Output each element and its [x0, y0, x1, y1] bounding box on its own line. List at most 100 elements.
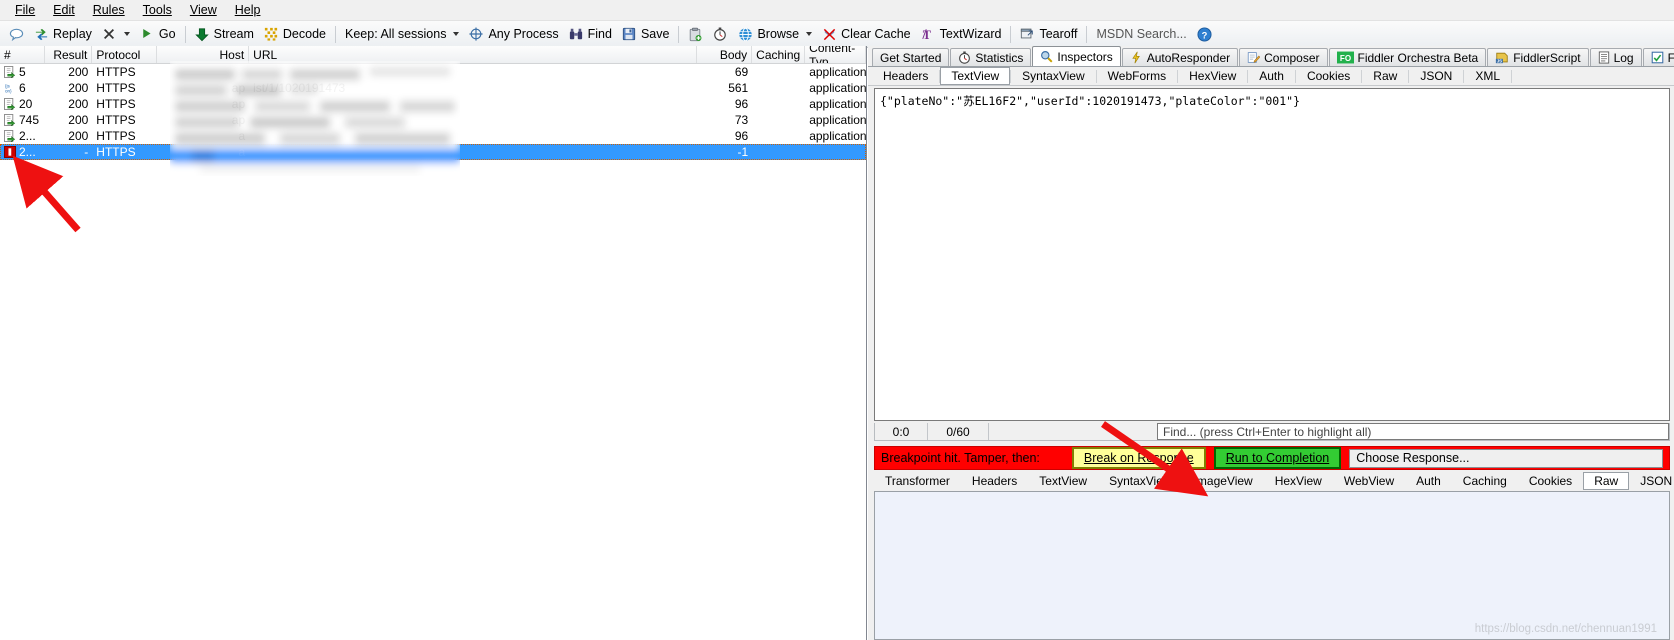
clear-cache-button[interactable]: Clear Cache: [817, 26, 915, 43]
column-header-contenttype[interactable]: Content-Typ: [805, 46, 866, 63]
response-tab-json[interactable]: JSON: [1629, 472, 1674, 490]
browse-button[interactable]: Browse: [733, 26, 817, 43]
tab-get-started-label: Get Started: [880, 50, 942, 65]
menu-item-tools[interactable]: Tools: [134, 1, 181, 19]
response-tab-cookies[interactable]: Cookies: [1518, 472, 1583, 490]
subtab-textview[interactable]: TextView: [940, 67, 1011, 85]
tab-fiddlerscript-label: FiddlerScript: [1513, 50, 1581, 65]
replay-button[interactable]: Replay: [29, 26, 97, 43]
replay-icon: [34, 27, 49, 42]
tab-composer-label: Composer: [1264, 50, 1320, 65]
response-tab-hexview[interactable]: HexView: [1264, 472, 1333, 490]
subtab-webforms[interactable]: WebForms: [1097, 67, 1177, 85]
choose-response-dropdown[interactable]: Choose Response...: [1349, 448, 1663, 468]
toolbar-separator-2: [335, 25, 336, 43]
tearoff-button[interactable]: Tearoff: [1015, 26, 1082, 43]
tab-fiddler-orchestra[interactable]: FO Fiddler Orchestra Beta: [1328, 48, 1487, 66]
menu-item-help[interactable]: Help: [226, 1, 270, 19]
session-list-pane[interactable]: # Result Protocol Host URL Body Caching …: [0, 46, 867, 640]
tab-statistics-label: Statistics: [975, 50, 1024, 65]
find-button[interactable]: Find: [564, 26, 617, 43]
response-tab-syntaxview[interactable]: SyntaxView: [1098, 472, 1182, 490]
response-tab-textview[interactable]: TextView: [1028, 472, 1098, 490]
tab-get-started[interactable]: Get Started: [872, 48, 950, 66]
column-header-host[interactable]: Host: [157, 46, 250, 63]
menu-item-file[interactable]: File: [6, 1, 44, 19]
column-header-url[interactable]: URL: [249, 46, 698, 63]
main-toolbar: Replay Go Stream Decode Keep: All sessio…: [0, 21, 1674, 48]
session-protocol: HTTPS: [96, 113, 136, 127]
response-tab-caching[interactable]: Caching: [1452, 472, 1518, 490]
column-header-body[interactable]: Body: [697, 46, 753, 63]
tab-composer[interactable]: Composer: [1239, 48, 1328, 66]
browse-dropdown-caret-icon[interactable]: [806, 32, 813, 36]
column-header-protocol[interactable]: Protocol: [92, 46, 158, 63]
save-icon: [622, 27, 637, 42]
response-tab-webview[interactable]: WebView: [1333, 472, 1405, 490]
response-tab-raw[interactable]: Raw: [1583, 472, 1630, 490]
remove-dropdown-caret-icon[interactable]: [123, 32, 130, 36]
subtab-hexview[interactable]: HexView: [1178, 67, 1247, 85]
clear-cache-label: Clear Cache: [841, 27, 911, 41]
response-tab-headers[interactable]: Headers: [961, 472, 1028, 490]
response-tab-auth[interactable]: Auth: [1405, 472, 1452, 490]
run-to-completion-button[interactable]: Run to Completion: [1213, 447, 1342, 469]
table-row[interactable]: 2... 200 HTTPS a 96 application/j: [0, 128, 866, 144]
table-row-selected[interactable]: 2... - HTTPS a -1: [0, 144, 866, 160]
session-protocol: HTTPS: [96, 129, 136, 143]
globe-icon: [738, 27, 753, 42]
column-header-result[interactable]: Result: [45, 46, 93, 63]
keep-sessions-dropdown[interactable]: Keep: All sessions: [340, 26, 464, 42]
menu-item-rules[interactable]: Rules: [84, 1, 134, 19]
subtab-cookies[interactable]: Cookies: [1296, 67, 1361, 85]
decode-icon: [264, 27, 279, 42]
table-row[interactable]: {js on} 6 200 HTTPS ap ist/1/1020191473 5…: [0, 80, 866, 96]
tab-autoresponder[interactable]: AutoResponder: [1121, 48, 1239, 66]
subtab-xml[interactable]: XML: [1464, 67, 1511, 85]
subtab-json[interactable]: JSON: [1409, 67, 1463, 85]
response-tab-transformer[interactable]: Transformer: [874, 472, 961, 490]
remove-button[interactable]: [97, 26, 135, 43]
menu-item-view[interactable]: View: [181, 1, 226, 19]
text-wizard-button[interactable]: T TextWizard: [916, 26, 1007, 43]
session-num: 6: [19, 81, 26, 95]
subtab-auth[interactable]: Auth: [1248, 67, 1295, 85]
subtab-headers[interactable]: Headers: [872, 67, 939, 85]
table-row[interactable]: 5 200 HTTPS 69 application/j: [0, 64, 866, 80]
break-on-response-button[interactable]: Break on Response: [1071, 447, 1206, 469]
tab-inspectors[interactable]: Inspectors: [1032, 46, 1121, 66]
find-input[interactable]: Find... (press Ctrl+Enter to highlight a…: [1157, 423, 1669, 440]
tab-statistics[interactable]: Statistics: [950, 48, 1032, 66]
session-num: 745: [19, 113, 40, 127]
timer-button[interactable]: [708, 26, 733, 43]
save-button[interactable]: Save: [617, 26, 675, 43]
session-rows: 5 200 HTTPS 69 application/j {json} 6 20…: [0, 64, 866, 160]
response-body-panel[interactable]: https://blog.csdn.net/chennuan1991: [874, 491, 1670, 640]
column-header-num[interactable]: #: [0, 46, 46, 63]
msdn-search-field[interactable]: MSDN Search...: [1091, 26, 1191, 42]
keep-dropdown-caret-icon[interactable]: [453, 32, 460, 36]
session-contenttype: application/j: [809, 65, 867, 79]
tab-filters[interactable]: Fil: [1642, 48, 1674, 66]
tab-fiddlerscript[interactable]: JS FiddlerScript: [1487, 48, 1589, 66]
decode-button[interactable]: Decode: [259, 26, 331, 43]
tab-log[interactable]: Log: [1589, 48, 1642, 66]
comment-button[interactable]: [4, 26, 29, 43]
go-button[interactable]: Go: [135, 26, 181, 43]
request-textview[interactable]: {"plateNo":"苏EL16F2","userId":1020191473…: [874, 88, 1670, 421]
lightning-icon: [1130, 51, 1143, 64]
table-row[interactable]: 745 200 HTTPS ap 73 application/j: [0, 112, 866, 128]
column-header-caching[interactable]: Caching: [752, 46, 806, 63]
clipboard-button[interactable]: [683, 26, 708, 43]
menu-item-edit[interactable]: Edit: [44, 1, 84, 19]
response-tab-imageview[interactable]: ImageView: [1183, 472, 1264, 490]
menu-item-help-label: Help: [234, 3, 261, 17]
subtab-syntaxview[interactable]: SyntaxView: [1011, 67, 1095, 85]
stream-button[interactable]: Stream: [190, 26, 259, 43]
help-button[interactable]: ?: [1192, 26, 1217, 43]
session-host: a: [238, 129, 246, 143]
table-row[interactable]: 20 200 HTTPS ap 96 application/j: [0, 96, 866, 112]
subtab-raw[interactable]: Raw: [1362, 67, 1408, 85]
any-process-button[interactable]: Any Process: [464, 26, 563, 43]
session-protocol: HTTPS: [96, 65, 136, 79]
